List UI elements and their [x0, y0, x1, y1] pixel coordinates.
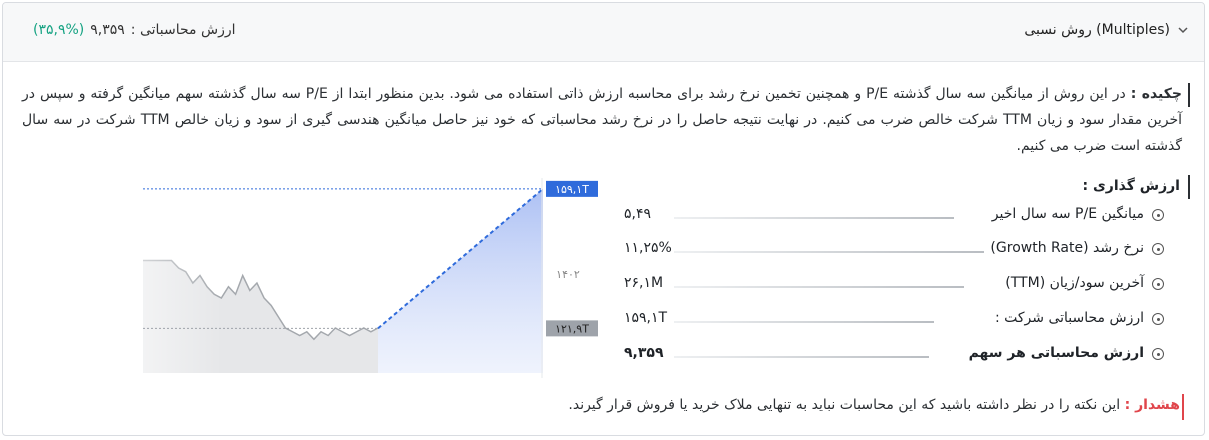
value-amount: ۹,۳۵۹ — [90, 22, 125, 38]
chevron-down-icon[interactable] — [1176, 23, 1190, 37]
row-label: آخرین سود/زیان (TTM) — [999, 275, 1144, 291]
valuation-title: ارزش گذاری : — [1082, 178, 1180, 194]
info-icon[interactable] — [1152, 278, 1164, 290]
summary-text: چکیده : در این روش از میانگین سه سال گذش… — [22, 81, 1182, 159]
summary-label: چکیده : — [1130, 86, 1182, 102]
warning: هشدار : این نکته را در نظر داشته باشید ک… — [568, 397, 1180, 413]
change-percent: (۳۵,۹%) — [33, 22, 85, 38]
row-ttm: آخرین سود/زیان (TTM) ۲۶,۱M — [624, 275, 1164, 297]
chart-layer — [143, 178, 544, 373]
warning-text: این نکته را در نظر داشته باشید که این مح… — [568, 397, 1121, 413]
info-icon[interactable] — [1152, 243, 1164, 255]
header-value: ارزش محاسباتی : ۹,۳۵۹ (۳۵,۹%) — [33, 22, 236, 38]
warning-bar — [1182, 394, 1184, 420]
row-per-share: ارزش محاسباتی هر سهم ۹,۳۵۹ — [624, 345, 1164, 367]
row-company-value: ارزش محاسباتی شرکت : ۱۵۹,۱T — [624, 310, 1164, 332]
year-label: ۱۴۰۲ — [556, 268, 580, 281]
row-label: میانگین P/E سه سال اخیر — [985, 206, 1144, 222]
projection-area — [378, 188, 543, 373]
value-label: ارزش محاسباتی : — [130, 22, 236, 38]
row-value: ۱۵۹,۱T — [624, 310, 668, 326]
row-growth: نرخ رشد (Growth Rate) ۱۱,۲۵% — [624, 240, 1164, 262]
row-line — [674, 286, 964, 288]
row-value: ۱۱,۲۵% — [624, 240, 672, 256]
warning-label: هشدار : — [1124, 397, 1180, 413]
row-line — [674, 321, 934, 323]
bottom-value-tag: ۱۲۱,۹T — [546, 320, 598, 337]
target-icon[interactable] — [1152, 348, 1164, 360]
summary-body: در این روش از میانگین سه سال گذشته P/E و… — [22, 86, 1183, 154]
summary-bar — [1188, 83, 1190, 107]
section-title-text: روش نسبی (Multiples) — [1024, 22, 1170, 38]
bottom-tag-text: ۱۲۱,۹T — [555, 322, 589, 335]
row-line — [674, 217, 954, 219]
top-value-tag: ۱۵۹,۱T — [546, 180, 598, 197]
section-title[interactable]: روش نسبی (Multiples) — [1024, 22, 1190, 38]
top-tag-text: ۱۵۹,۱T — [555, 183, 589, 196]
section-header[interactable]: روش نسبی (Multiples) ارزش محاسباتی : ۹,۳… — [3, 3, 1204, 62]
row-label: نرخ رشد (Growth Rate) — [984, 240, 1144, 256]
valuation-bar — [1188, 175, 1190, 199]
valuation-card: روش نسبی (Multiples) ارزش محاسباتی : ۹,۳… — [2, 2, 1205, 436]
row-label: ارزش محاسباتی شرکت : — [988, 310, 1144, 326]
row-label: ارزش محاسباتی هر سهم — [962, 345, 1144, 361]
valuation-chart: ۱۴۰۲ ۱۵۹,۱T ۱۲۱,۹T — [143, 178, 598, 378]
row-line — [674, 251, 984, 253]
row-pe: میانگین P/E سه سال اخیر ۵,۴۹ — [624, 206, 1164, 228]
info-icon[interactable] — [1152, 313, 1164, 325]
row-value: ۹,۳۵۹ — [624, 345, 664, 361]
row-line — [674, 356, 929, 358]
history-fade — [143, 178, 223, 373]
row-value: ۲۶,۱M — [624, 275, 664, 291]
info-icon[interactable] — [1152, 209, 1164, 221]
row-value: ۵,۴۹ — [624, 206, 652, 222]
